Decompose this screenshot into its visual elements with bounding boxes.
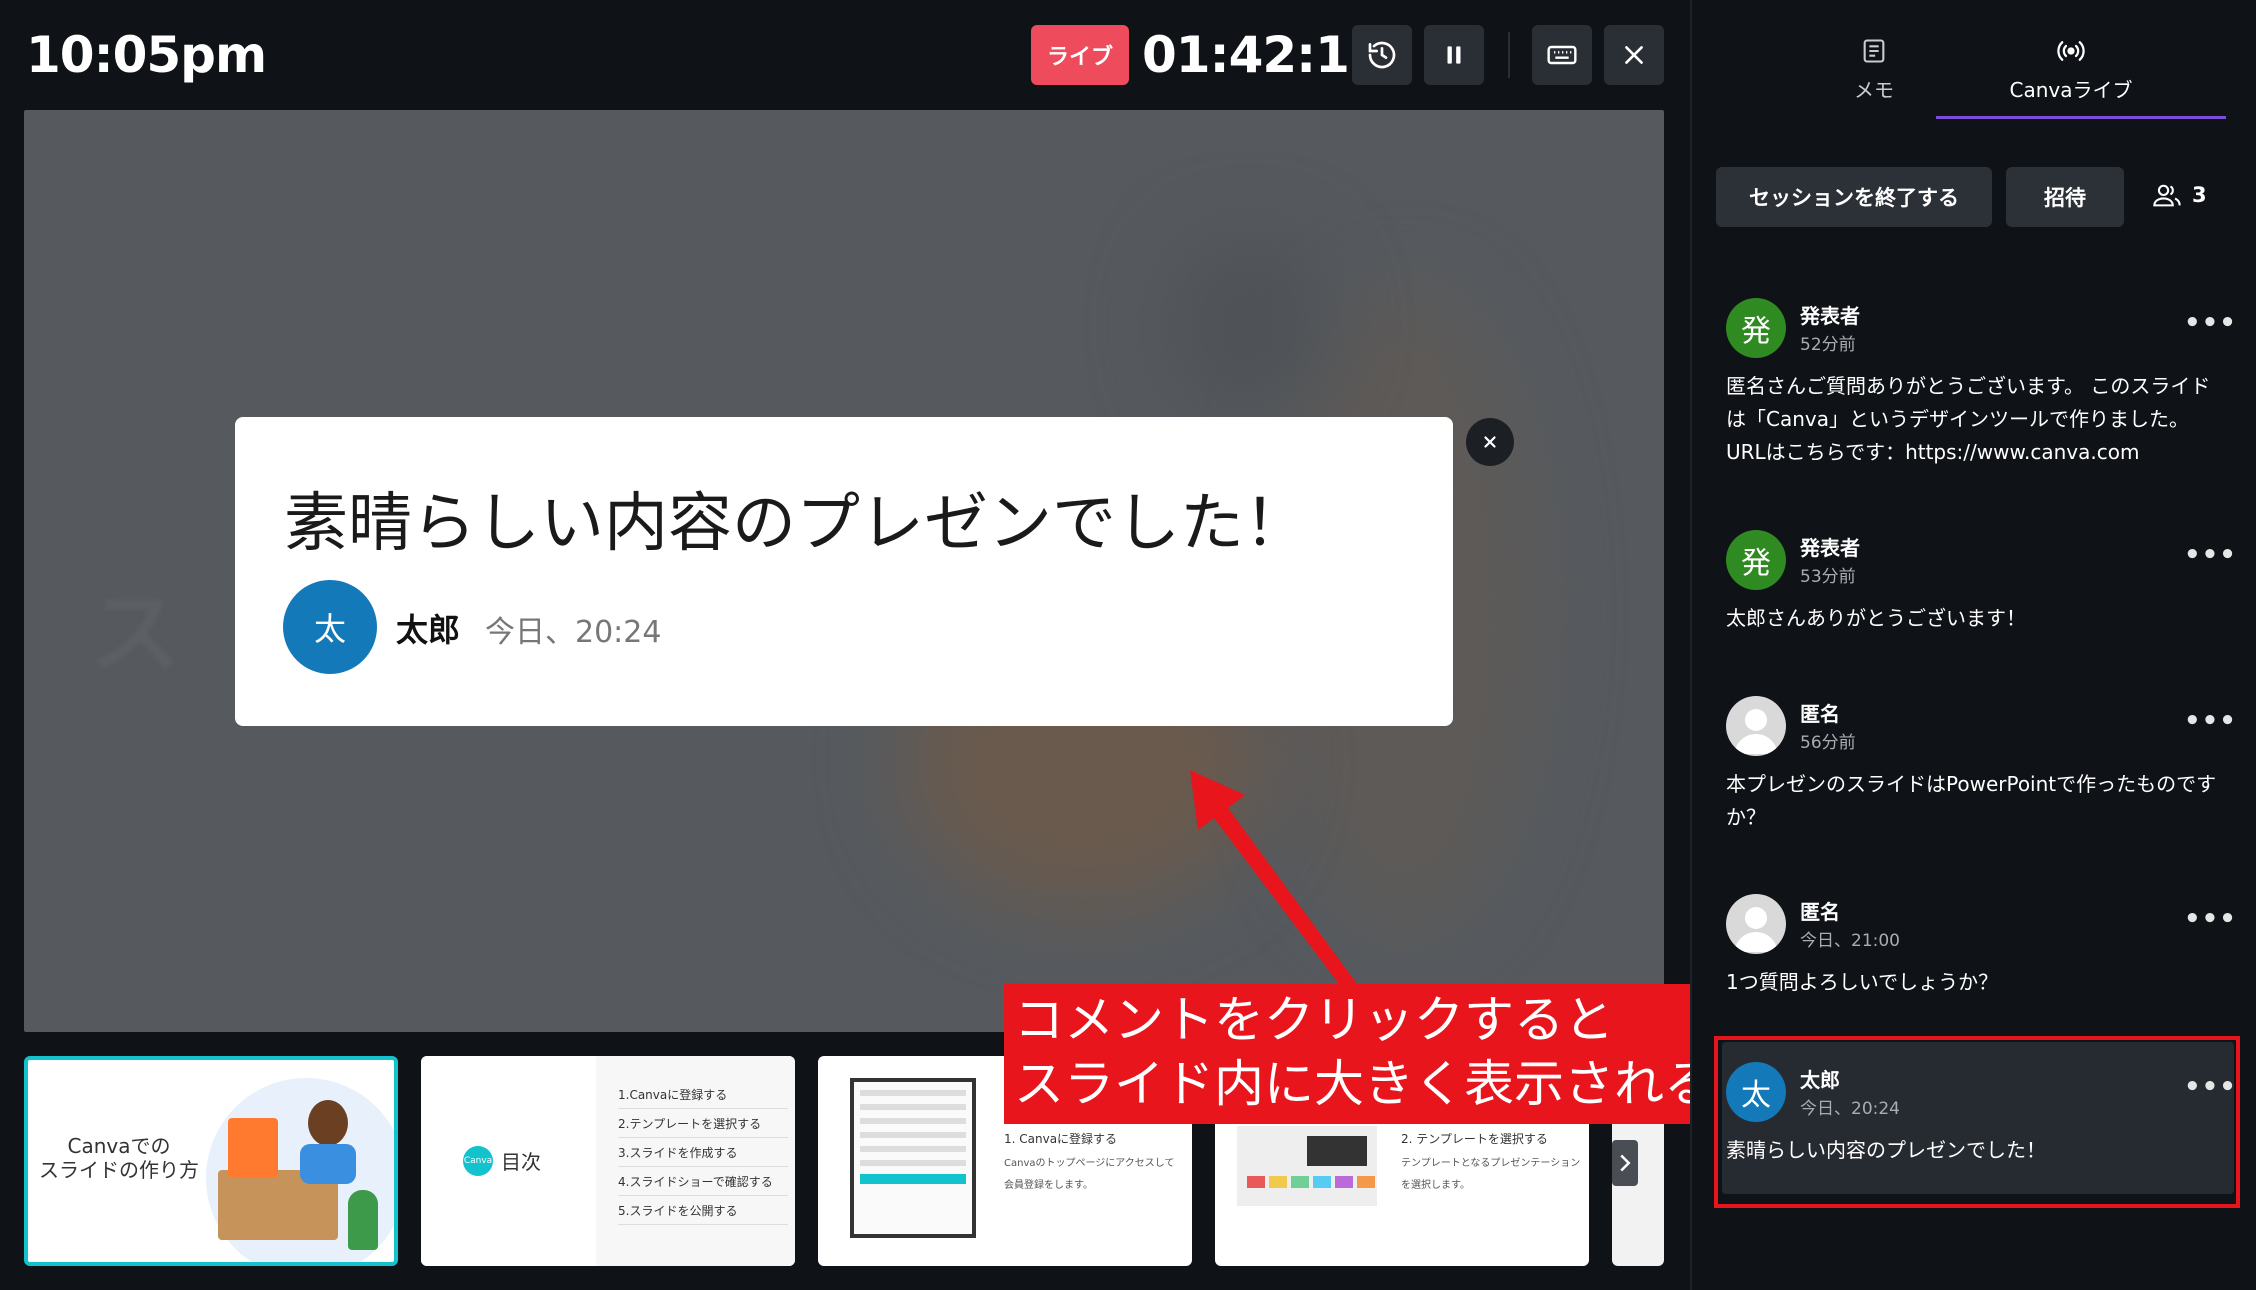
- annotation-callout: コメントをクリックすると スライド内に大きく表示される: [1004, 984, 1714, 1124]
- featured-comment-text: 素晴らしい内容のプレゼンでした！: [284, 487, 1308, 561]
- comment-body: 本プレゼンのスライドはPowerPointで作ったものですか？: [1726, 772, 2217, 829]
- tab-memo[interactable]: メモ: [1804, 36, 1944, 116]
- slide-thumbnail-1[interactable]: Canvaでの スライドの作り方: [24, 1056, 398, 1266]
- toolbar-divider: [1508, 32, 1510, 78]
- more-options-icon[interactable]: •••: [2184, 540, 2237, 570]
- invite-button[interactable]: 招待: [2006, 167, 2124, 227]
- comment-author: 発表者: [1800, 536, 1860, 560]
- comment-author: 匿名: [1800, 702, 1840, 726]
- plant-illustration: [348, 1190, 378, 1250]
- featured-comment-card[interactable]: 素晴らしい内容のプレゼンでした！ 太 太郎 今日、20:24: [235, 417, 1453, 726]
- chevron-right-icon: [1620, 1154, 1631, 1172]
- comment-author: 発表者: [1800, 304, 1860, 328]
- comment-time: 53分前: [1800, 567, 1856, 587]
- broadcast-icon: [2057, 41, 2085, 61]
- people-icon: [2153, 184, 2181, 207]
- list-item: 2.テンプレートを選択する: [618, 1109, 788, 1138]
- live-badge: ライブ: [1031, 25, 1129, 85]
- blurred-illustration: [1174, 240, 1324, 410]
- thumbnail-text: テンプレートとなるプレゼンテーション: [1401, 1158, 1581, 1169]
- history-button[interactable]: [1352, 25, 1412, 85]
- thumbnail-text: Canvaのトップページにアクセスして: [1004, 1158, 1175, 1169]
- annotation-highlight-frame: [1714, 1036, 2240, 1208]
- avatar: 発: [1726, 530, 1786, 590]
- more-options-icon[interactable]: •••: [2184, 706, 2237, 736]
- memo-icon: [1863, 39, 1885, 63]
- close-icon: [1484, 436, 1496, 448]
- person-illustration: [300, 1144, 356, 1184]
- thumbnail-title: Canvaでの スライドの作り方: [39, 1134, 199, 1182]
- tab-canva-live[interactable]: Canvaライブ: [1936, 36, 2206, 116]
- comment-item[interactable]: 匿名 今日、21:00 ••• 1つ質問よろしいでしょうか？: [1726, 894, 2236, 1004]
- participants-button[interactable]: 3: [2152, 182, 2207, 208]
- close-presentation-button[interactable]: [1604, 25, 1664, 85]
- list-item: 4.スライドショーで確認する: [618, 1167, 788, 1196]
- avatar: 太: [283, 580, 377, 674]
- thumbnail-heading: 2. テンプレートを選択する: [1401, 1132, 1548, 1146]
- pause-button[interactable]: [1424, 25, 1484, 85]
- slide-stage: ス 素晴らしい内容のプレゼンでした！ 太 太郎 今日、20:24: [24, 110, 1664, 1032]
- next-thumbnails-button[interactable]: [1612, 1140, 1638, 1186]
- thumbnail-heading: 1. Canvaに登録する: [1004, 1132, 1118, 1146]
- more-options-icon[interactable]: •••: [2184, 308, 2237, 338]
- anonymous-avatar: [1726, 696, 1786, 756]
- keyboard-icon: [1547, 45, 1577, 65]
- list-item: 5.スライドを公開する: [618, 1196, 788, 1225]
- close-featured-comment-button[interactable]: [1466, 418, 1514, 466]
- comment-item[interactable]: 匿名 56分前 ••• 本プレゼンのスライドはPowerPointで作ったもので…: [1726, 696, 2236, 836]
- comment-body: 1つ質問よろしいでしょうか？: [1726, 970, 1999, 994]
- session-timer: 01:42:18: [1142, 26, 1384, 84]
- featured-comment-author: 太郎: [396, 611, 461, 649]
- clock: 10:05pm: [26, 26, 267, 84]
- person-illustration: [308, 1100, 348, 1146]
- pause-icon: [1447, 46, 1461, 64]
- slide-thumbnail-2[interactable]: Canva 目次 1.Canvaに登録する 2.テンプレートを選択する 3.スラ…: [421, 1056, 795, 1266]
- end-session-button[interactable]: セッションを終了する: [1716, 167, 1992, 227]
- more-options-icon[interactable]: •••: [2184, 904, 2237, 934]
- keyboard-shortcuts-button[interactable]: [1532, 25, 1592, 85]
- close-icon: [1625, 46, 1643, 64]
- active-tab-indicator: [1936, 116, 2226, 119]
- comment-time: 今日、21:00: [1800, 931, 1900, 951]
- avatar: 発: [1726, 298, 1786, 358]
- thumbnail-text: 会員登録をします。: [1004, 1180, 1093, 1191]
- canva-logo: Canva: [463, 1146, 493, 1176]
- anonymous-avatar: [1726, 894, 1786, 954]
- comment-author: 匿名: [1800, 900, 1840, 924]
- comment-item[interactable]: 発 発表者 52分前 ••• 匿名さんご質問ありがとうございます。 このスライド…: [1726, 298, 2236, 478]
- comment-body: 匿名さんご質問ありがとうございます。 このスライドは「Canva」というデザイン…: [1726, 374, 2211, 464]
- annotation-arrow: [1190, 770, 1360, 996]
- comment-body: 太郎さんありがとうございます！: [1726, 606, 2026, 630]
- featured-comment-time: 今日、20:24: [485, 615, 662, 650]
- signup-screenshot: [850, 1078, 976, 1238]
- slide-background-text: ス: [90, 581, 180, 686]
- thumbnail-title: 目次: [501, 1150, 541, 1174]
- template-screenshot: [1237, 1126, 1377, 1206]
- user-silhouette-icon: [1734, 907, 1778, 952]
- comment-item[interactable]: 発 発表者 53分前 ••• 太郎さんありがとうございます！: [1726, 530, 2236, 640]
- list-item: 1.Canvaに登録する: [618, 1080, 788, 1109]
- thumbnail-text: を選択します。: [1401, 1180, 1470, 1191]
- list-item: 3.スライドを作成する: [618, 1138, 788, 1167]
- history-icon: [1368, 41, 1396, 69]
- user-silhouette-icon: [1734, 709, 1778, 754]
- monitor-illustration: [228, 1118, 278, 1178]
- toc-list: 1.Canvaに登録する 2.テンプレートを選択する 3.スライドを作成する 4…: [618, 1080, 788, 1225]
- comment-time: 52分前: [1800, 335, 1856, 355]
- participant-count: 3: [2192, 183, 2207, 207]
- comment-time: 56分前: [1800, 733, 1856, 753]
